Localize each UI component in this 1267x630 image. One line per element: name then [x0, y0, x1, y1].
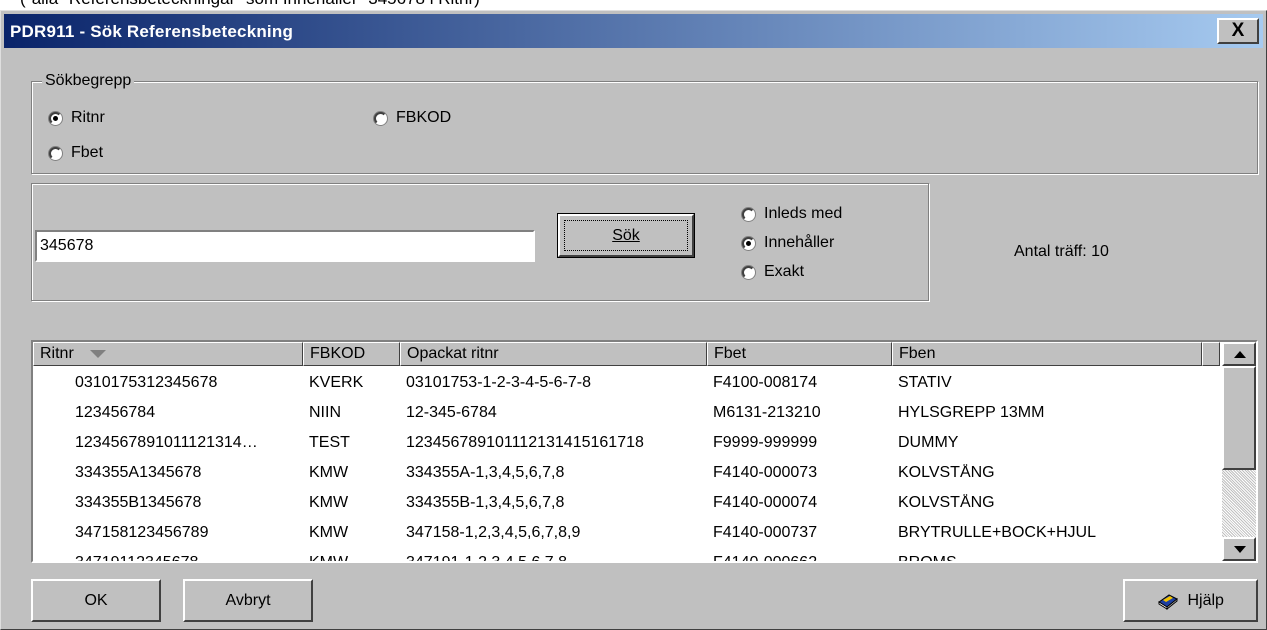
search-input[interactable] — [35, 230, 535, 262]
radio-fbet-circle[interactable] — [49, 146, 62, 160]
help-button-label: Hjälp — [1187, 592, 1224, 609]
radio-innehaller-label: Innehåller — [764, 234, 835, 251]
cell-ritnr: 1234567891011121314… — [75, 434, 258, 451]
radio-ritnr-label: Ritnr — [71, 109, 105, 126]
column-header-opackat-label: Opackat ritnr — [407, 345, 499, 362]
cell-opackat-ritnr: 334355A-1,3,4,5,6,7,8 — [406, 464, 565, 481]
table-row[interactable]: 334355A1345678 KMW 334355A-1,3,4,5,6,7,8 F4… — [33, 458, 1220, 488]
results-rows: 0310175312345678 KVERK 03101753-1-2-3-4-5-… — [33, 368, 1220, 563]
radio-fbet-label: Fbet — [71, 144, 104, 161]
cell-fbet: F4100-008174 — [713, 374, 818, 391]
column-header-opackat-ritnr[interactable]: Opackat ritnr — [400, 342, 707, 366]
column-header-fben-label: Fben — [899, 345, 936, 362]
table-row[interactable]: 1234567891011121314… TEST 1234567891011121… — [33, 428, 1220, 458]
radio-fbkod[interactable]: FBKOD — [374, 109, 451, 127]
column-header-fbkod[interactable]: FBKOD — [303, 342, 400, 366]
hit-count: Antal träff: 10 — [1014, 243, 1109, 260]
table-row[interactable]: 347158123456789 KMW 347158-1,2,3,4,5,6,7,8… — [33, 518, 1220, 548]
radio-ritnr[interactable]: Ritnr — [49, 109, 105, 127]
cancel-button-label: Avbryt — [225, 592, 271, 609]
close-button[interactable]: X — [1217, 18, 1259, 44]
radio-exakt-circle[interactable] — [742, 265, 755, 279]
cell-fbkod: KMW — [309, 494, 349, 511]
radio-inleds-med-label: Inleds med — [764, 205, 843, 222]
cell-fbet: F4140-000662 — [713, 554, 818, 563]
help-book-icon — [1158, 594, 1178, 610]
radio-inleds-med[interactable]: Inleds med — [742, 205, 842, 223]
cell-ritnr: 334355B1345678 — [75, 494, 202, 511]
scroll-down-arrow-icon — [1234, 546, 1246, 553]
cell-fben: HYLSGREPP 13MM — [898, 404, 1045, 421]
scroll-thumb[interactable] — [1222, 366, 1256, 470]
sokbegrepp-group: Sökbegrepp — [31, 71, 1258, 174]
cell-ritnr: 347158123456789 — [75, 524, 209, 541]
radio-innehaller[interactable]: Innehåller — [742, 234, 834, 252]
search-dialog: PDR911 - Sök Referensbeteckning X Sökbeg… — [0, 10, 1267, 630]
cell-fbet: F4140-000074 — [713, 494, 818, 511]
cell-opackat-ritnr: 347191-1,2,3,4,5,6,7,8 — [406, 554, 568, 563]
column-header-fben[interactable]: Fben — [892, 342, 1202, 366]
radio-fbkod-label: FBKOD — [396, 109, 452, 126]
cell-fbkod: KVERK — [309, 374, 364, 391]
cell-fbet: F4140-000737 — [713, 524, 818, 541]
help-button[interactable]: Hjälp — [1123, 579, 1258, 622]
scroll-down-button[interactable] — [1222, 537, 1256, 561]
radio-exakt[interactable]: Exakt — [742, 263, 804, 281]
cell-fben: STATIV — [898, 374, 952, 391]
cell-fben: BRYTRULLE+BOCK+HJUL — [898, 524, 1096, 541]
search-button-focus — [564, 220, 688, 251]
column-header-filler — [1202, 342, 1220, 366]
column-header-ritnr[interactable]: Ritnr — [33, 342, 303, 366]
table-row[interactable]: 34719112345678 KMW 347191-1,2,3,4,5,6,7,8 F… — [33, 548, 1220, 563]
cell-fbkod: TEST — [309, 434, 350, 451]
cell-fbkod: KMW — [309, 554, 349, 563]
radio-ritnr-circle[interactable] — [49, 111, 62, 125]
radio-fbet[interactable]: Fbet — [49, 144, 103, 162]
results-header: Ritnr FBKOD Opackat ritnr Fbet Fben — [33, 342, 1220, 366]
cell-fbet: M6131-213210 — [713, 404, 821, 421]
results-scrollbar[interactable] — [1222, 342, 1256, 561]
cell-ritnr: 0310175312345678 — [75, 374, 218, 391]
cancel-button[interactable]: Avbryt — [183, 579, 313, 622]
cell-fben: KOLVSTÅNG — [898, 494, 995, 511]
cell-fbkod: KMW — [309, 464, 349, 481]
column-header-fbet[interactable]: Fbet — [707, 342, 892, 366]
title-bar[interactable]: PDR911 - Sök Referensbeteckning X — [4, 14, 1263, 48]
window-title: PDR911 - Sök Referensbeteckning — [10, 22, 294, 41]
table-row[interactable]: 334355B1345678 KMW 334355B-1,3,4,5,6,7,8 F4… — [33, 488, 1220, 518]
top-caption: ("alla" Referensbeteckningar "som Innehå… — [0, 0, 1267, 10]
table-row[interactable]: 123456784 NIIN 12-345-6784 M6131-213210 HYLS… — [33, 398, 1220, 428]
cell-ritnr: 34719112345678 — [75, 554, 199, 563]
search-button[interactable]: Sök — [557, 213, 695, 258]
column-header-fbkod-label: FBKOD — [310, 345, 366, 362]
cell-opackat-ritnr: 03101753-1-2-3-4-5-6-7-8 — [406, 374, 591, 391]
radio-exakt-label: Exakt — [764, 263, 805, 280]
cell-fben: BROMS — [898, 554, 957, 563]
results-list[interactable]: Ritnr FBKOD Opackat ritnr Fbet Fben 0310… — [31, 340, 1258, 563]
cell-fbkod: KMW — [309, 524, 349, 541]
cell-opackat-ritnr: 334355B-1,3,4,5,6,7,8 — [406, 494, 565, 511]
cell-ritnr: 123456784 — [75, 404, 156, 421]
cell-fben: DUMMY — [898, 434, 959, 451]
column-header-ritnr-label: Ritnr — [40, 345, 74, 362]
cell-fben: KOLVSTÅNG — [898, 464, 995, 481]
cell-opackat-ritnr: 12-345-6784 — [406, 404, 497, 421]
cell-fbet: F4140-000073 — [713, 464, 818, 481]
radio-fbkod-circle[interactable] — [374, 111, 387, 125]
cell-fbet: F9999-999999 — [713, 434, 818, 451]
ok-button-label: OK — [84, 592, 108, 609]
scroll-up-arrow-icon — [1234, 351, 1246, 358]
sort-descending-icon — [90, 349, 107, 358]
cell-opackat-ritnr: 123456789101112131415161718 — [406, 434, 644, 451]
sokbegrepp-legend: Sökbegrepp — [42, 71, 135, 91]
scroll-up-button[interactable] — [1222, 342, 1256, 366]
cell-opackat-ritnr: 347158-1,2,3,4,5,6,7,8,9 — [406, 524, 581, 541]
radio-innehaller-circle[interactable] — [742, 236, 755, 250]
cell-fbkod: NIIN — [309, 404, 341, 421]
cell-ritnr: 334355A1345678 — [75, 464, 202, 481]
ok-button[interactable]: OK — [31, 579, 161, 622]
table-row[interactable]: 0310175312345678 KVERK 03101753-1-2-3-4-5-… — [33, 368, 1220, 398]
column-header-fbet-label: Fbet — [714, 345, 747, 362]
radio-inleds-med-circle[interactable] — [742, 207, 755, 221]
